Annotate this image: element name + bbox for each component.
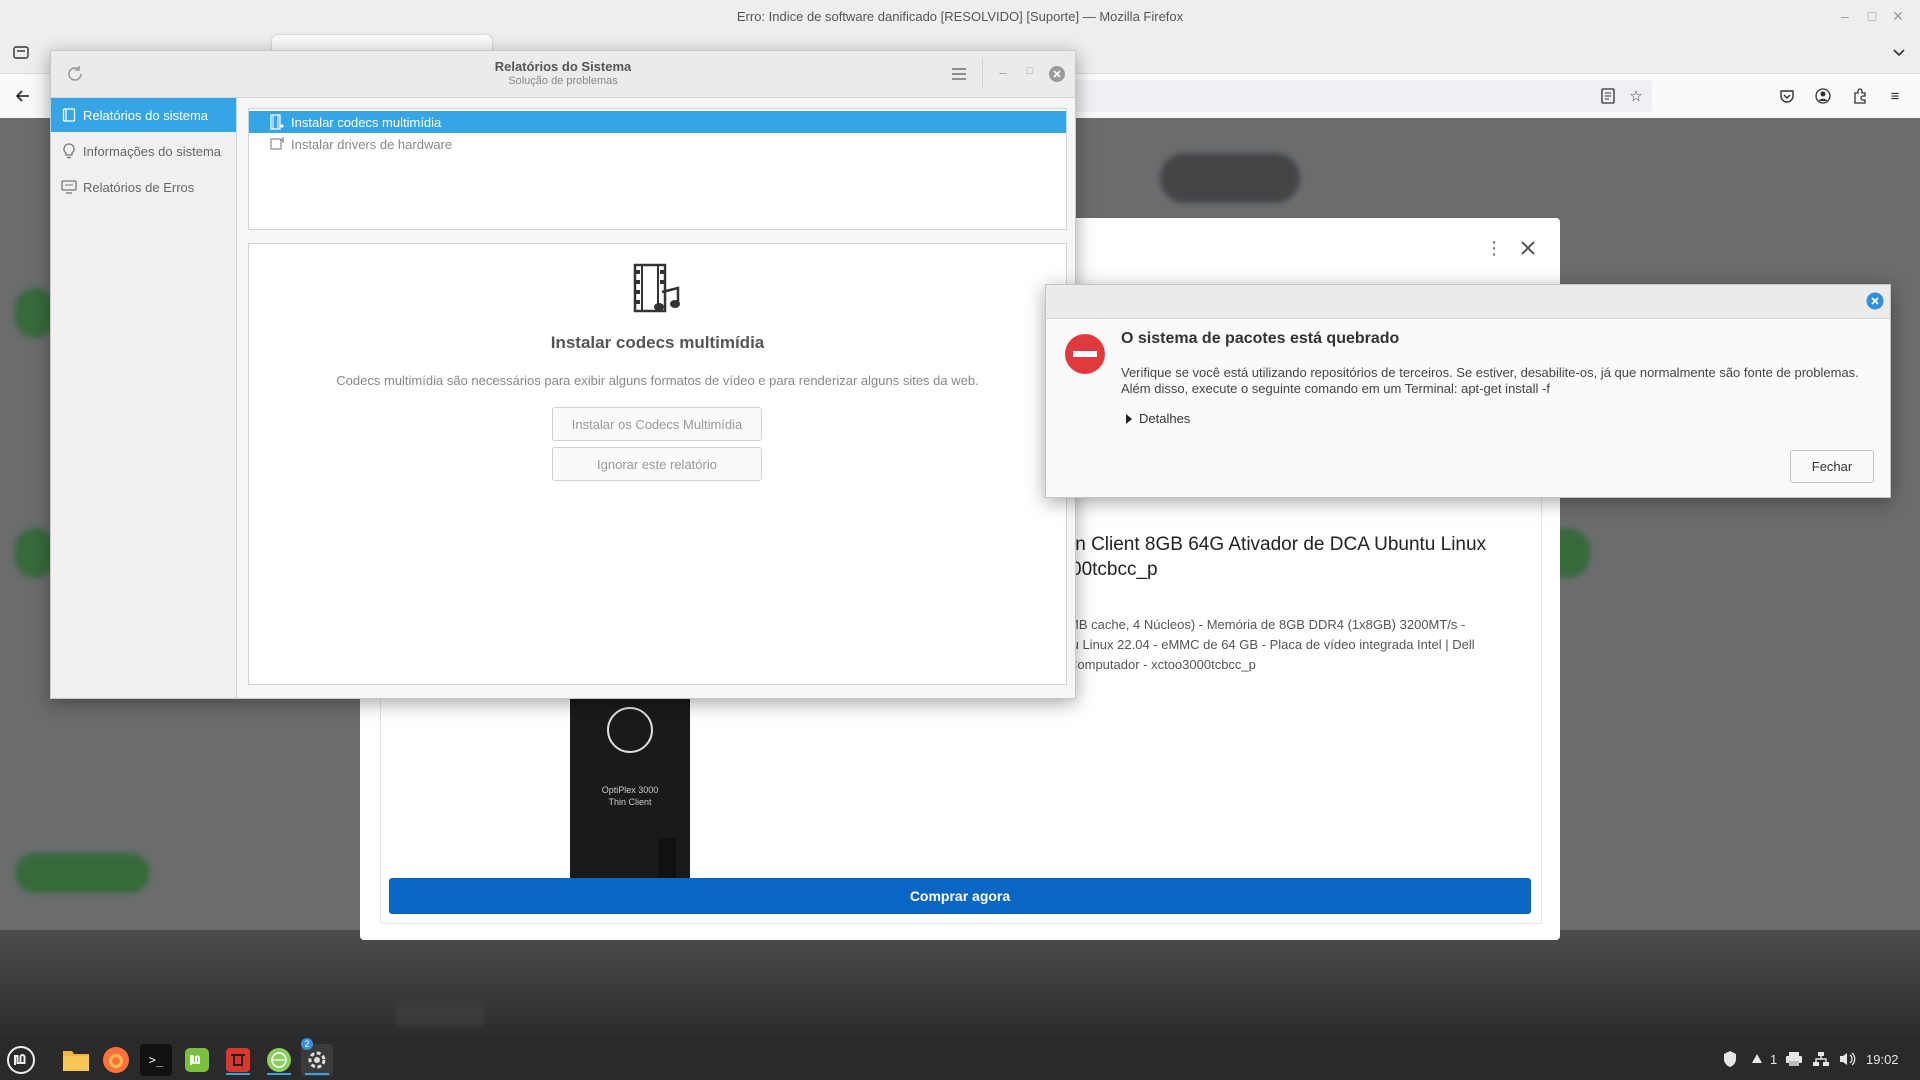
report-detail-panel: Instalar codecs multimídia Codecs multim…	[248, 243, 1067, 685]
extensions-icon[interactable]	[1850, 86, 1870, 106]
blurred-element	[15, 528, 55, 578]
device-label-line2: Thin Client	[608, 797, 652, 807]
hamburger-menu-icon[interactable]	[949, 65, 969, 83]
hardware-driver-icon	[270, 137, 284, 150]
shield-icon[interactable]	[1722, 1050, 1738, 1068]
mint-menu-icon[interactable]	[4, 1044, 38, 1076]
workspace-count: 1	[1770, 1051, 1778, 1067]
update-manager-icon[interactable]: 2	[301, 1038, 333, 1076]
back-arrow-icon[interactable]	[13, 86, 33, 106]
tab-list-icon[interactable]	[12, 43, 30, 61]
report-description: Codecs multimídia são necessários para e…	[336, 373, 979, 388]
list-item[interactable]: Instalar drivers de hardware	[249, 133, 1066, 155]
triangle-right-icon	[1126, 413, 1132, 424]
clock[interactable]: 19:02	[1866, 1050, 1899, 1068]
system-reports-sidebar: Relatórios do sistema Informações do sis…	[51, 98, 237, 698]
system-reports-window: Relatórios do Sistema Solução de problem…	[50, 50, 1076, 699]
dialog-message-line: Verifique se você está utilizando reposi…	[1121, 365, 1859, 380]
lightbulb-icon	[61, 143, 77, 159]
sidebar-item-system-reports[interactable]: Relatórios do sistema	[51, 98, 236, 132]
minimize-icon[interactable]: –	[1835, 8, 1855, 24]
close-icon[interactable]: ✕	[1888, 8, 1908, 25]
dialog-message: Verifique se você está utilizando reposi…	[1121, 365, 1881, 397]
product-title-line: 00tcbcc_p	[1071, 559, 1158, 580]
device-label-line1: OptiPlex 3000	[602, 785, 659, 795]
volume-icon[interactable]	[1838, 1050, 1856, 1068]
printer-icon[interactable]	[1785, 1050, 1803, 1068]
package-error-dialog: O sistema de pacotes está quebrado Verif…	[1045, 284, 1891, 498]
more-options-icon[interactable]: ⋮	[1484, 238, 1504, 258]
blurred-element	[395, 1000, 485, 1026]
header-divider	[982, 59, 983, 89]
report-title: Instalar codecs multimídia	[550, 333, 765, 352]
sidebar-item-label: Relatórios do sistema	[83, 107, 208, 123]
reader-view-icon[interactable]	[1598, 86, 1618, 106]
product-desc-line: MB cache, 4 Núcleos) - Memória de 8GB DD…	[1068, 617, 1466, 632]
film-music-icon	[270, 114, 284, 130]
list-item-label: Instalar codecs multimídia	[291, 114, 442, 130]
app-red-icon[interactable]	[222, 1044, 254, 1076]
dialog-title: O sistema de pacotes está quebrado	[1121, 330, 1400, 347]
firefox-icon[interactable]	[100, 1044, 132, 1076]
close-icon[interactable]	[1866, 292, 1884, 310]
page-footer-dimmed	[0, 930, 1920, 1038]
list-item-label: Instalar drivers de hardware	[291, 136, 453, 152]
sidebar-item-system-info[interactable]: Informações do sistema	[51, 134, 236, 168]
report-icon	[61, 107, 77, 123]
menu-icon[interactable]: ≡	[1885, 86, 1905, 106]
terminal-icon[interactable]: >_	[140, 1044, 172, 1076]
error-icon	[1064, 333, 1106, 375]
system-reports-taskbar-icon[interactable]	[263, 1044, 295, 1076]
account-icon[interactable]	[1813, 86, 1833, 106]
minimize-icon[interactable]: –	[996, 65, 1010, 81]
window-title: Relatórios do Sistema	[494, 59, 632, 74]
blurred-element	[1160, 153, 1300, 203]
product-desc-line: tu Linux 22.04 - eMMC de 64 GB - Placa d…	[1068, 637, 1475, 652]
sidebar-item-label: Relatórios de Erros	[83, 179, 195, 195]
dialog-header	[1046, 285, 1890, 319]
close-button[interactable]: Fechar	[1790, 450, 1874, 483]
product-description: MB cache, 4 Núcleos) - Memória de 8GB DD…	[1068, 615, 1538, 675]
workspace-indicator[interactable]: 1	[1749, 1050, 1777, 1068]
reports-list: Instalar codecs multimídia Instalar driv…	[248, 108, 1067, 230]
firefox-window-title: Erro: Indice de software danificado [RES…	[736, 9, 1184, 24]
blurred-element	[15, 853, 150, 893]
product-title: in Client 8GB 64G Ativador de DCA Ubuntu…	[1071, 532, 1541, 582]
taskbar: >_ 2 1 19:02	[0, 1038, 1920, 1080]
install-codecs-button[interactable]: Instalar os Codecs Multimídia	[552, 407, 762, 441]
bookmark-star-icon[interactable]: ☆	[1626, 86, 1646, 106]
sidebar-item-label: Informações do sistema	[83, 143, 222, 159]
dialog-message-line: Além disso, execute o seguinte comando e…	[1121, 381, 1550, 396]
maximize-icon[interactable]: □	[1023, 65, 1037, 81]
monitor-icon	[61, 179, 77, 195]
blurred-element	[15, 288, 55, 338]
sidebar-item-error-reports[interactable]: Relatórios de Erros	[51, 170, 236, 204]
software-manager-icon[interactable]	[181, 1044, 213, 1076]
ignore-report-button[interactable]: Ignorar este relatório	[552, 447, 762, 481]
window-subtitle: Solução de problemas	[508, 75, 618, 87]
close-icon[interactable]	[1048, 65, 1066, 83]
maximize-icon[interactable]: □	[1862, 8, 1882, 24]
network-icon[interactable]	[1812, 1050, 1830, 1068]
chevron-down-icon[interactable]	[1890, 43, 1908, 61]
pocket-icon[interactable]	[1777, 86, 1797, 106]
update-badge: 2	[301, 1038, 313, 1050]
details-expander[interactable]: Detalhes	[1124, 411, 1190, 426]
files-icon[interactable]	[60, 1044, 92, 1076]
buy-now-button[interactable]: Comprar agora	[389, 878, 1531, 914]
product-title-line: in Client 8GB 64G Ativador de DCA Ubuntu…	[1071, 534, 1487, 555]
close-icon[interactable]	[1518, 238, 1538, 258]
notification-icon	[1752, 1054, 1762, 1063]
multimedia-codecs-icon	[632, 262, 682, 314]
list-item[interactable]: Instalar codecs multimídia	[249, 111, 1066, 133]
firefox-titlebar: Erro: Indice de software danificado [RES…	[0, 0, 1920, 33]
details-label: Detalhes	[1139, 411, 1191, 426]
system-reports-header: Relatórios do Sistema Solução de problem…	[51, 51, 1075, 98]
product-desc-line: Computador - xctoo3000tcbcc_p	[1068, 657, 1256, 672]
